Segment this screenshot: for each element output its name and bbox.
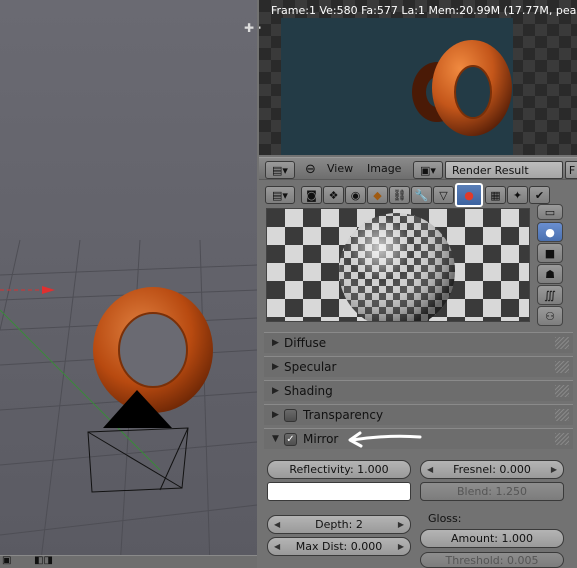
- cube-icon: ■: [544, 246, 556, 260]
- image-icon: ▣▾: [420, 163, 436, 177]
- max-dist-value: Max Dist: 0.000: [295, 540, 383, 553]
- gloss-threshold-field[interactable]: Threshold: 0.005: [420, 552, 564, 568]
- wrench-icon: 🔧: [414, 188, 429, 202]
- preview-monkey-button[interactable]: ☗: [537, 264, 563, 284]
- properties-editor-type-button[interactable]: ▤▾: [265, 186, 295, 204]
- image-name-field[interactable]: Render Result: [445, 161, 563, 179]
- panel-diffuse-label: Diffuse: [284, 336, 327, 350]
- drag-grip-icon[interactable]: [555, 361, 569, 373]
- panel-diffuse[interactable]: ▶ Diffuse: [264, 332, 573, 353]
- increment-arrow-icon[interactable]: ▶: [551, 465, 557, 474]
- monkey-icon: ☗: [545, 267, 555, 281]
- panel-specular-label: Specular: [284, 360, 337, 374]
- fresnel-field[interactable]: ◀ Fresnel: 0.000 ▶: [420, 460, 564, 479]
- chain-link-icon: ⛓: [392, 188, 407, 202]
- layers-icon: ❖: [328, 188, 339, 202]
- decrement-arrow-icon[interactable]: ◀: [427, 465, 433, 474]
- checker-texture-icon: ▦: [490, 188, 501, 202]
- render-canvas: ✚: [259, 0, 577, 155]
- properties-icon: ▤▾: [272, 188, 288, 202]
- reflectivity-field[interactable]: Reflectivity: 1.000: [267, 460, 411, 479]
- scene-icon: ◉: [350, 188, 361, 202]
- viewport-canvas: ✚: [0, 0, 257, 568]
- image-editor-icon: ▤▾: [272, 163, 288, 177]
- increment-arrow-icon[interactable]: ▶: [398, 520, 404, 529]
- properties-tabs-bar: ▤▾ ◙ ❖ ◉ ◆ ⛓ 🔧 ▽ ● ▦ ✦ ✔: [259, 182, 577, 210]
- particles-icon: ✦: [512, 188, 523, 202]
- expand-triangle-icon: ▶: [272, 410, 279, 420]
- collapse-triangle-icon: ▼: [272, 434, 279, 444]
- scene-tab[interactable]: ◉: [345, 186, 366, 204]
- svg-text:✚: ✚: [259, 21, 261, 35]
- increment-arrow-icon[interactable]: ▶: [398, 542, 404, 551]
- transparency-checkbox[interactable]: [284, 408, 297, 422]
- render-result-view[interactable]: ✚ Frame:1 Ve:580 Fa:577 La:1 Mem:20.99M …: [259, 0, 577, 155]
- material-tab[interactable]: ●: [455, 183, 483, 207]
- decrement-arrow-icon[interactable]: ◀: [274, 542, 280, 551]
- preview-flat-button[interactable]: ▭: [537, 204, 563, 220]
- max-dist-field[interactable]: ◀ Max Dist: 0.000 ▶: [267, 537, 411, 556]
- object-mode-icon[interactable]: ▣: [2, 555, 11, 566]
- panel-transparency[interactable]: ▶ Transparency: [264, 404, 573, 425]
- annotation-arrow: [348, 431, 422, 448]
- viewport-shading-icon[interactable]: ◧◨: [34, 555, 53, 566]
- drag-grip-icon[interactable]: [555, 385, 569, 397]
- panel-mirror-label: Mirror: [303, 432, 339, 446]
- modifiers-tab[interactable]: 🔧: [411, 186, 432, 204]
- preview-cube-button[interactable]: ■: [537, 243, 563, 263]
- preview-sphere-button[interactable]: ●: [537, 222, 563, 242]
- mirror-color-swatch[interactable]: [267, 482, 411, 501]
- world-icon: ◆: [373, 188, 382, 202]
- fresnel-value: Fresnel: 0.000: [453, 463, 531, 476]
- hair-icon: ∭: [544, 288, 556, 302]
- panel-transparency-label: Transparency: [303, 408, 384, 422]
- viewport-header: ▣ ◧◨: [0, 555, 257, 568]
- image-fake-user-button[interactable]: F: [565, 161, 577, 179]
- flat-icon: ▭: [544, 205, 556, 219]
- menu-image[interactable]: Image: [367, 162, 401, 175]
- panel-shading[interactable]: ▶ Shading: [264, 380, 573, 401]
- render-layers-tab[interactable]: ❖: [323, 186, 344, 204]
- drag-grip-icon[interactable]: [555, 337, 569, 349]
- physics-icon: ✔: [534, 188, 545, 202]
- panel-shading-label: Shading: [284, 384, 333, 398]
- drag-grip-icon[interactable]: [555, 409, 569, 421]
- object-tab[interactable]: ⛓: [389, 186, 410, 204]
- particles-tab[interactable]: ✦: [507, 186, 528, 204]
- gloss-amount-field[interactable]: Amount: 1.000: [420, 529, 564, 548]
- camera-icon: ◙: [306, 188, 317, 202]
- mesh-data-icon: ▽: [439, 188, 448, 202]
- expand-triangle-icon: ▶: [272, 338, 279, 348]
- expand-triangle-icon: ▶: [272, 386, 279, 396]
- preview-hair-button[interactable]: ∭: [537, 285, 563, 305]
- blend-field[interactable]: Blend: 1.250: [420, 482, 564, 501]
- drag-grip-icon[interactable]: [555, 433, 569, 445]
- depth-field[interactable]: ◀ Depth: 2 ▶: [267, 515, 411, 534]
- depth-value: Depth: 2: [315, 518, 363, 531]
- decrement-arrow-icon[interactable]: ◀: [274, 520, 280, 529]
- svg-text:✚: ✚: [244, 21, 254, 35]
- menu-view[interactable]: View: [327, 162, 353, 175]
- material-sphere-icon: ●: [464, 188, 474, 202]
- preview-sphere-plane-button[interactable]: ⚇: [537, 306, 563, 326]
- expand-triangle-icon: ▶: [272, 362, 279, 372]
- collapse-menu-icon[interactable]: ⊖: [305, 162, 316, 177]
- render-tab[interactable]: ◙: [301, 186, 322, 204]
- render-stats: Frame:1 Ve:580 Fa:577 La:1 Mem:20.99M (1…: [271, 4, 577, 17]
- sphere-plane-icon: ⚇: [545, 309, 555, 323]
- material-preview: [266, 208, 530, 322]
- world-tab[interactable]: ◆: [367, 186, 388, 204]
- 3d-viewport[interactable]: ✚: [0, 0, 257, 568]
- mirror-checkbox[interactable]: ✓: [284, 432, 297, 446]
- data-tab[interactable]: ▽: [433, 186, 454, 204]
- texture-tab[interactable]: ▦: [485, 186, 506, 204]
- panel-specular[interactable]: ▶ Specular: [264, 356, 573, 377]
- gloss-label: Gloss:: [428, 512, 462, 525]
- physics-tab[interactable]: ✔: [529, 186, 550, 204]
- image-editor-header: ▤▾ ⊖ View Image ▣▾ Render Result F: [259, 157, 577, 180]
- editor-type-button[interactable]: ▤▾: [265, 161, 295, 179]
- sphere-icon: ●: [545, 225, 555, 239]
- image-browse-button[interactable]: ▣▾: [413, 161, 443, 179]
